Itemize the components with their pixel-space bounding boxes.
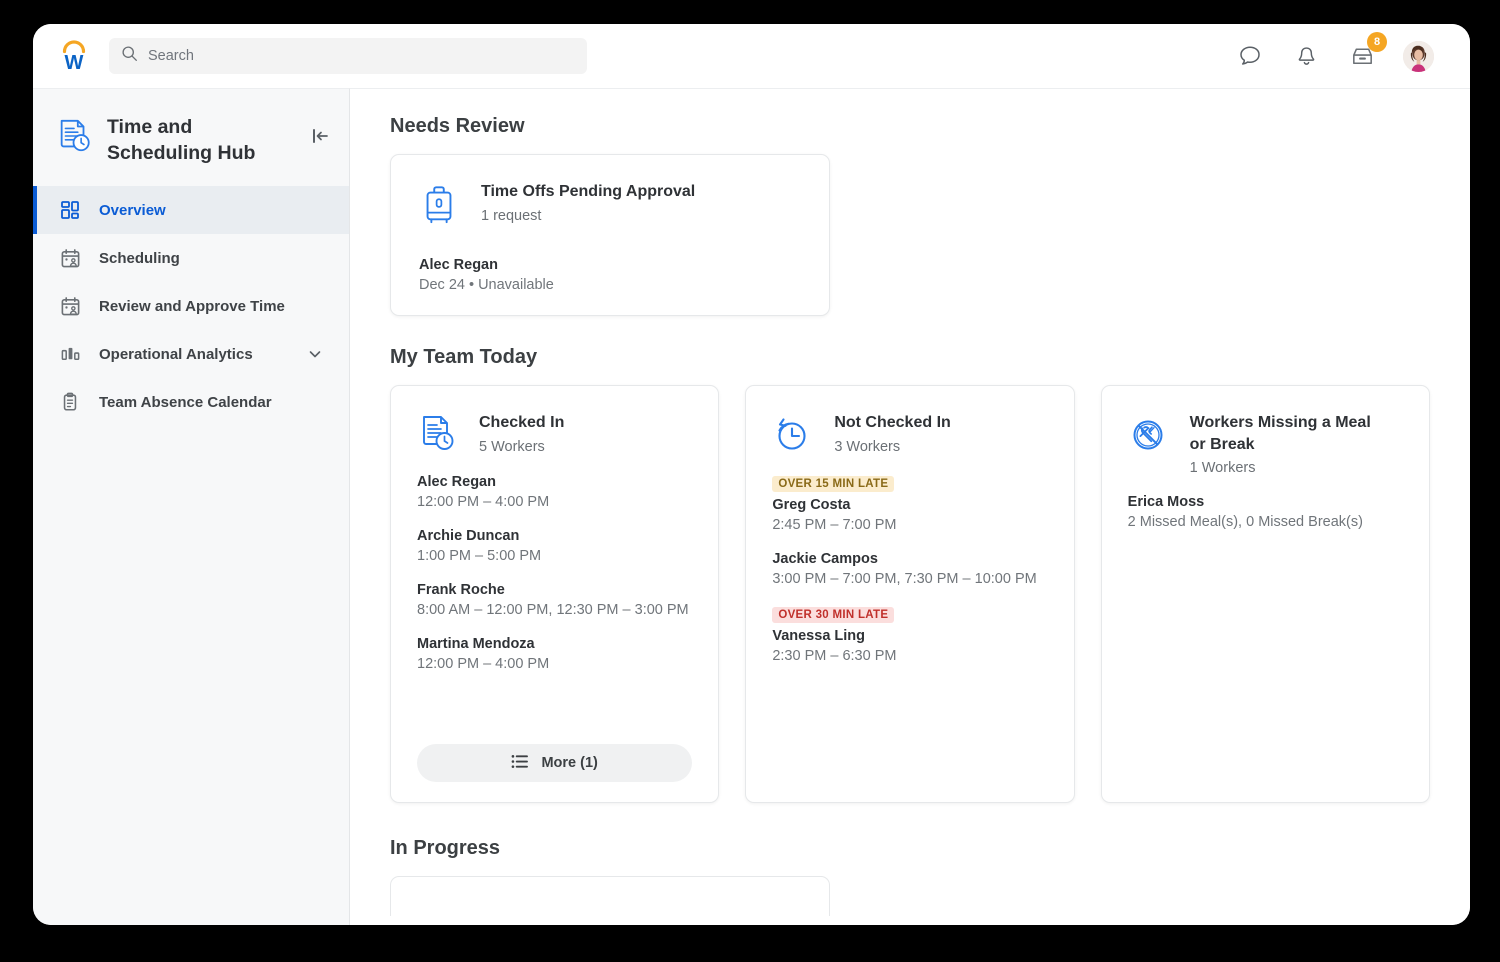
hub-title: Time and Scheduling Hub bbox=[107, 115, 282, 166]
bar-chart-icon bbox=[59, 343, 81, 365]
grid-icon bbox=[59, 199, 81, 221]
worker-time: 1:00 PM – 5:00 PM bbox=[417, 548, 692, 564]
card-header: Checked In 5 Workers bbox=[417, 412, 692, 456]
app-window: W bbox=[33, 24, 1470, 925]
card-subtitle: 1 Workers bbox=[1190, 460, 1390, 476]
entry-detail: Dec 24 • Unavailable bbox=[419, 277, 801, 293]
sidebar-item-label: Scheduling bbox=[99, 250, 180, 267]
my-team-today-heading: My Team Today bbox=[390, 346, 1430, 369]
sidebar: Time and Scheduling Hub bbox=[33, 88, 350, 925]
worker-name: Jackie Campos bbox=[772, 551, 1047, 567]
sidebar-item-label: Operational Analytics bbox=[99, 346, 253, 363]
sidebar-item-label: Team Absence Calendar bbox=[99, 394, 272, 411]
worker-entry[interactable]: Frank Roche 8:00 AM – 12:00 PM, 12:30 PM… bbox=[417, 582, 692, 618]
worker-name: Archie Duncan bbox=[417, 528, 692, 544]
in-progress-card[interactable] bbox=[390, 876, 830, 916]
more-button-label: More (1) bbox=[541, 755, 597, 771]
worker-name: Vanessa Ling bbox=[772, 628, 1047, 644]
workday-logo-icon[interactable]: W bbox=[53, 35, 95, 77]
needs-review-heading: Needs Review bbox=[390, 115, 1430, 138]
card-title: Workers Missing a Meal or Break bbox=[1190, 412, 1390, 455]
worker-name: Alec Regan bbox=[417, 474, 692, 490]
clipboard-icon bbox=[59, 391, 81, 413]
card-subtitle: 3 Workers bbox=[834, 439, 950, 455]
card-header: Time Offs Pending Approval 1 request bbox=[419, 181, 801, 225]
calendar-person-icon bbox=[59, 295, 81, 317]
more-button[interactable]: More (1) bbox=[417, 744, 692, 782]
checked-in-card[interactable]: Checked In 5 Workers Alec Regan 12:00 PM… bbox=[390, 385, 719, 803]
main-content: Needs Review Time Offs bbox=[350, 88, 1470, 925]
worker-entry[interactable]: Jackie Campos 3:00 PM – 7:00 PM, 7:30 PM… bbox=[772, 551, 1047, 587]
worker-entry[interactable]: Martina Mendoza 12:00 PM – 4:00 PM bbox=[417, 636, 692, 672]
clock-arrow-icon bbox=[772, 414, 812, 456]
worker-entry[interactable]: OVER 15 MIN LATE Greg Costa 2:45 PM – 7:… bbox=[772, 474, 1047, 533]
in-progress-heading: In Progress bbox=[390, 837, 1430, 860]
time-document-clock-icon bbox=[55, 117, 93, 155]
not-checked-in-card[interactable]: Not Checked In 3 Workers OVER 15 MIN LAT… bbox=[745, 385, 1074, 803]
time-document-clock-icon bbox=[417, 414, 457, 456]
worker-time: 8:00 AM – 12:00 PM, 12:30 PM – 3:00 PM bbox=[417, 602, 692, 618]
worker-name: Greg Costa bbox=[772, 497, 1047, 513]
worker-name: Frank Roche bbox=[417, 582, 692, 598]
sidebar-item-team-absence-calendar[interactable]: Team Absence Calendar bbox=[33, 378, 349, 426]
time-offs-pending-approval-card[interactable]: Time Offs Pending Approval 1 request Ale… bbox=[390, 154, 830, 316]
svg-text:W: W bbox=[65, 52, 84, 74]
bell-icon[interactable] bbox=[1291, 41, 1321, 71]
no-meal-icon bbox=[1128, 414, 1168, 456]
search-icon bbox=[121, 45, 138, 67]
top-bar: W bbox=[33, 24, 1470, 88]
worker-entry[interactable]: Alec Regan 12:00 PM – 4:00 PM bbox=[417, 474, 692, 510]
sidebar-item-label: Overview bbox=[99, 202, 166, 219]
card-header: Not Checked In 3 Workers bbox=[772, 412, 1047, 456]
worker-time: 2:30 PM – 6:30 PM bbox=[772, 648, 1047, 664]
calendar-person-icon bbox=[59, 247, 81, 269]
worker-entry[interactable]: OVER 30 MIN LATE Vanessa Ling 2:30 PM – … bbox=[772, 605, 1047, 664]
sidebar-header: Time and Scheduling Hub bbox=[33, 93, 349, 186]
worker-time: 2:45 PM – 7:00 PM bbox=[772, 517, 1047, 533]
card-header: Workers Missing a Meal or Break 1 Worker… bbox=[1128, 412, 1403, 476]
card-title: Not Checked In bbox=[834, 412, 950, 434]
my-team-today-section: My Team Today bbox=[390, 346, 1430, 803]
worker-time: 12:00 PM – 4:00 PM bbox=[417, 656, 692, 672]
team-cards-row: Checked In 5 Workers Alec Regan 12:00 PM… bbox=[390, 385, 1430, 803]
search-input[interactable] bbox=[148, 48, 575, 64]
worker-time: 12:00 PM – 4:00 PM bbox=[417, 494, 692, 510]
sidebar-item-scheduling[interactable]: Scheduling bbox=[33, 234, 349, 282]
avatar[interactable] bbox=[1403, 41, 1434, 72]
worker-name: Erica Moss bbox=[1128, 494, 1403, 510]
sidebar-item-overview[interactable]: Overview bbox=[33, 186, 349, 234]
card-subtitle: 1 request bbox=[481, 208, 695, 224]
search-box[interactable] bbox=[109, 38, 587, 74]
card-subtitle: 5 Workers bbox=[479, 439, 564, 455]
inbox-badge-count: 8 bbox=[1367, 32, 1387, 52]
pending-request-entry[interactable]: Alec Regan Dec 24 • Unavailable bbox=[419, 257, 801, 293]
workers-missing-meal-or-break-card[interactable]: Workers Missing a Meal or Break 1 Worker… bbox=[1101, 385, 1430, 803]
sidebar-item-label: Review and Approve Time bbox=[99, 298, 285, 315]
chevron-down-icon[interactable] bbox=[307, 346, 323, 362]
suitcase-icon bbox=[419, 183, 459, 225]
status-badge: OVER 30 MIN LATE bbox=[772, 607, 894, 623]
worker-time: 3:00 PM – 7:00 PM, 7:30 PM – 10:00 PM bbox=[772, 571, 1047, 587]
card-title: Checked In bbox=[479, 412, 564, 434]
inbox-icon[interactable]: 8 bbox=[1347, 41, 1377, 71]
status-badge: OVER 15 MIN LATE bbox=[772, 476, 894, 492]
sidebar-item-review-and-approve-time[interactable]: Review and Approve Time bbox=[33, 282, 349, 330]
collapse-panel-icon[interactable] bbox=[307, 123, 333, 149]
in-progress-section: In Progress bbox=[390, 837, 1430, 916]
worker-entry[interactable]: Erica Moss 2 Missed Meal(s), 0 Missed Br… bbox=[1128, 494, 1403, 530]
entry-name: Alec Regan bbox=[419, 257, 801, 273]
list-icon bbox=[511, 754, 528, 773]
worker-time: 2 Missed Meal(s), 0 Missed Break(s) bbox=[1128, 514, 1403, 530]
topbar-actions: 8 bbox=[1235, 41, 1448, 72]
card-title: Time Offs Pending Approval bbox=[481, 181, 695, 203]
worker-entry[interactable]: Archie Duncan 1:00 PM – 5:00 PM bbox=[417, 528, 692, 564]
worker-name: Martina Mendoza bbox=[417, 636, 692, 652]
app-body: Time and Scheduling Hub bbox=[33, 88, 1470, 925]
sidebar-item-operational-analytics[interactable]: Operational Analytics bbox=[33, 330, 349, 378]
chat-icon[interactable] bbox=[1235, 41, 1265, 71]
